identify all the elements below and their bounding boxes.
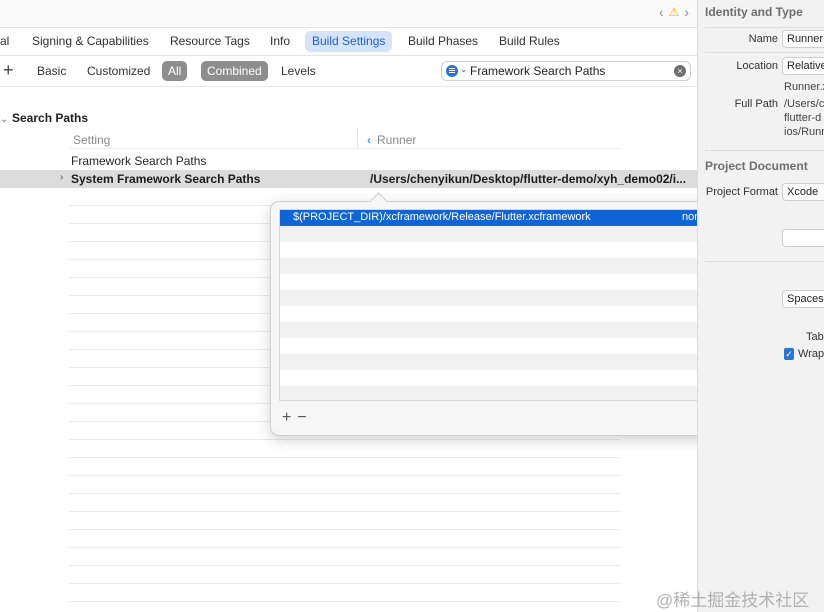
inspector-panel: Identity and Type Name Runner Location R… [697,0,824,612]
full-path-line: /Users/c [784,98,824,110]
chevron-down-icon[interactable]: ⌄ [460,64,468,75]
wrap-checkbox[interactable]: ✓ [784,348,794,360]
filter-all[interactable]: All [162,61,188,81]
divider [0,86,697,87]
disclosure-closed-icon[interactable]: › [60,172,63,183]
full-path-line: ios/Runn [784,126,824,138]
location-select[interactable]: Relative [782,57,824,75]
tab-resource-tags[interactable]: Resource Tags [163,31,257,52]
tab-build-phases[interactable]: Build Phases [401,31,485,52]
full-path-label: Full Path [734,98,778,110]
clear-search-icon[interactable]: × [674,65,686,77]
setting-group-label: Framework Search Paths [71,154,207,168]
tab-info[interactable]: Info [263,31,297,52]
watermark: @稀土掘金技术社区 [656,591,810,610]
divider [705,27,824,28]
divider [705,261,824,262]
list-toolbar: + − [282,410,307,426]
flutter-logo-icon: ‹ [367,133,371,147]
setting-value[interactable]: /Users/chenyikun/Desktop/flutter-demo/xy… [370,172,688,186]
navigation-arrows: ‹ ⚠ › [659,4,689,20]
filter-combined[interactable]: Combined [201,61,268,81]
filter-levels[interactable]: Levels [275,61,322,81]
setting-name: System Framework Search Paths [71,172,261,186]
warning-icon[interactable]: ⚠ [669,5,680,19]
remove-path-button[interactable]: − [297,410,306,426]
section-search-paths[interactable]: ⌄ Search Paths [0,111,88,127]
top-strip: ‹ ⚠ › [0,0,697,27]
disclosure-open-icon[interactable]: ⌄ [0,114,12,125]
field-obscured[interactable] [782,229,824,247]
search-field[interactable]: ⌄ × [441,61,691,81]
path-value[interactable]: $(PROJECT_DIR)/xcframework/Release/Flutt… [293,211,591,223]
add-path-button[interactable]: + [282,410,291,426]
editor-tabs: al Signing & Capabilities Resource Tags … [0,27,697,56]
filter-bar: + Basic Customized All Combined Levels ⌄… [0,57,697,85]
divider [705,150,824,151]
forward-chevron-icon[interactable]: › [684,4,689,20]
full-path-line: flutter-d [784,112,822,124]
back-chevron-icon[interactable]: ‹ [659,4,664,20]
tab-width-label: Tab [806,331,824,343]
tab-build-settings[interactable]: Build Settings [305,31,393,52]
file-name: Runner.x [784,81,824,93]
divider [705,52,824,53]
identity-title: Identity and Type [705,5,803,19]
add-setting-button[interactable]: + [3,60,14,80]
column-setting: Setting [73,133,111,147]
tab-build-rules[interactable]: Build Rules [492,31,567,52]
column-divider [357,129,358,147]
filter-basic[interactable]: Basic [31,61,72,81]
table-row-selected[interactable]: › System Framework Search Paths /Users/c… [0,170,697,188]
indent-using-select[interactable]: Spaces [782,290,824,308]
tab-signing-capabilities[interactable]: Signing & Capabilities [25,31,156,52]
search-input[interactable] [470,63,670,79]
project-format-label: Project Format [705,186,778,198]
column-headers: Setting ‹ Runner [69,129,621,149]
filter-icon[interactable] [446,65,458,77]
column-runner: ‹ Runner [367,133,416,147]
section-title: Search Paths [12,111,89,125]
name-label: Name [748,33,778,45]
project-format-select[interactable]: Xcode [782,183,824,201]
wrap-lines-label: Wrap [798,348,824,360]
project-document-title: Project Document [705,159,808,173]
location-label: Location [736,60,778,72]
name-field[interactable]: Runner [782,30,824,48]
filter-customized[interactable]: Customized [81,61,156,81]
column-runner-label: Runner [377,133,417,147]
tab-general-truncated[interactable]: al [0,31,16,52]
